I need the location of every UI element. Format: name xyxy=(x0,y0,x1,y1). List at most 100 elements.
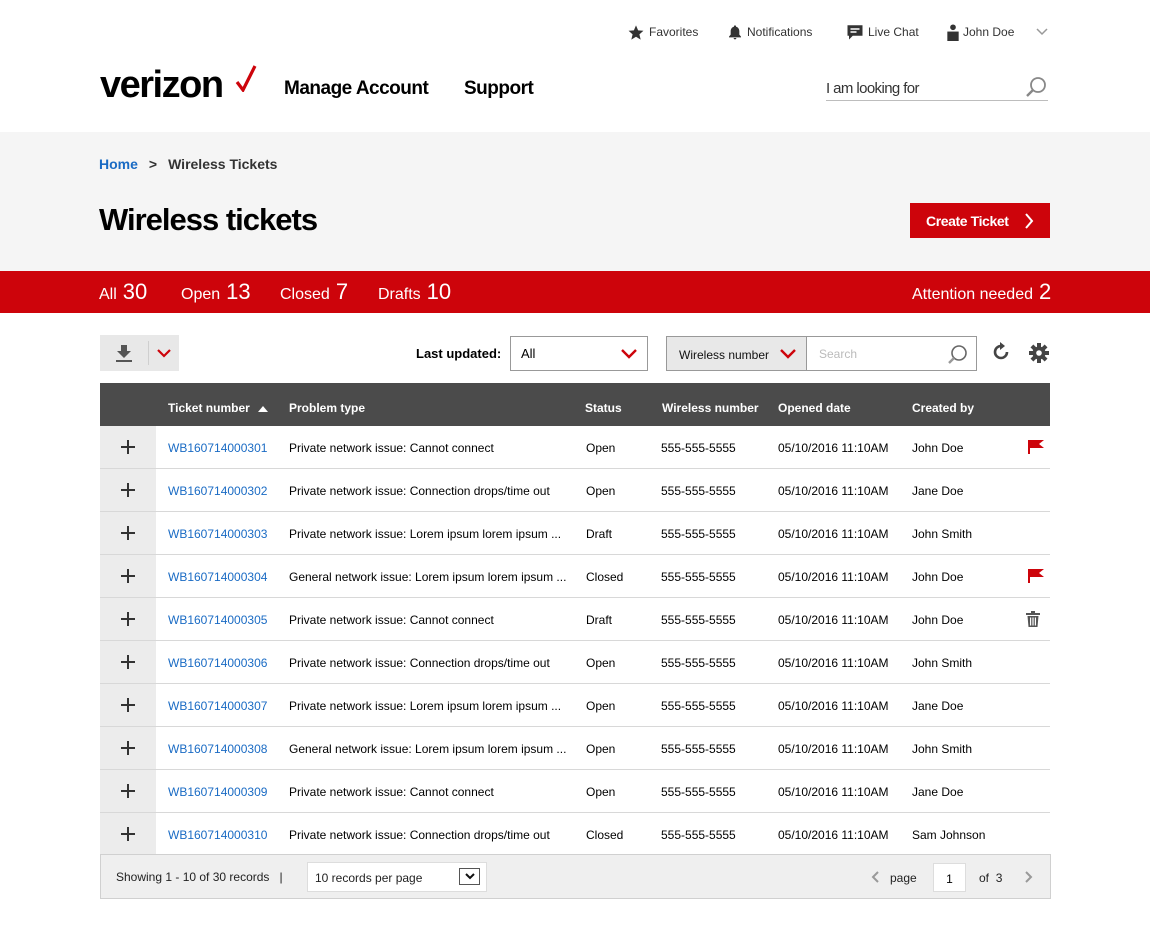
plus-icon xyxy=(121,698,135,712)
ticket-number-link[interactable]: WB160714000307 xyxy=(168,699,267,713)
table-row[interactable]: WB160714000302 Private network issue: Co… xyxy=(100,469,1050,512)
page-title: Wireless tickets xyxy=(99,202,318,237)
create-ticket-button[interactable]: Create Ticket xyxy=(910,203,1050,238)
expand-row-button[interactable] xyxy=(100,469,156,511)
column-created-by[interactable]: Created by xyxy=(912,401,974,415)
table-row[interactable]: WB160714000303 Private network issue: Lo… xyxy=(100,512,1050,555)
star-icon xyxy=(628,24,644,40)
download-button[interactable] xyxy=(100,335,148,371)
verizon-logo[interactable]: verizon xyxy=(100,64,257,104)
ticket-number-link[interactable]: WB160714000301 xyxy=(168,441,267,455)
refresh-icon[interactable] xyxy=(992,342,1012,364)
nav-manage-account[interactable]: Manage Account xyxy=(284,78,429,100)
ticket-number-link[interactable]: WB160714000309 xyxy=(168,785,267,799)
notifications-link[interactable]: Notifications xyxy=(727,20,812,44)
flag-icon[interactable] xyxy=(1028,440,1044,457)
table-row[interactable]: WB160714000306 Private network issue: Co… xyxy=(100,641,1050,684)
filter-closed[interactable]: Closed 7 xyxy=(280,279,348,305)
favorites-link[interactable]: Favorites xyxy=(627,20,698,44)
column-ticket-number[interactable]: Ticket number xyxy=(168,401,268,415)
utility-nav: Favorites Notifications Live Chat John D… xyxy=(0,20,1150,44)
nav-support[interactable]: Support xyxy=(464,78,534,100)
last-updated-select[interactable]: All xyxy=(510,336,648,371)
wireless-number: 555-555-5555 xyxy=(661,484,736,498)
filter-all[interactable]: All 30 xyxy=(99,279,147,305)
trash-icon[interactable] xyxy=(1026,611,1040,630)
page-hero: Home > Wireless Tickets Wireless tickets… xyxy=(0,132,1150,271)
table-header: Ticket number Problem type Status Wirele… xyxy=(100,383,1050,426)
table-row[interactable]: WB160714000305 Private network issue: Ca… xyxy=(100,598,1050,641)
table-row[interactable]: WB160714000309 Private network issue: Ca… xyxy=(100,770,1050,813)
opened-date: 05/10/2016 11:10AM xyxy=(778,785,889,799)
problem-type: Private network issue: Lorem ipsum lorem… xyxy=(289,699,562,713)
dropdown-button[interactable] xyxy=(459,868,480,885)
table-row[interactable]: WB160714000304 General network issue: Lo… xyxy=(100,555,1050,598)
filter-attention-needed[interactable]: Attention needed 2 xyxy=(912,279,1051,305)
expand-row-button[interactable] xyxy=(100,813,156,855)
search-field-select[interactable]: Wireless number xyxy=(666,336,807,371)
search-icon[interactable] xyxy=(944,344,968,364)
problem-type: Private network issue: Lorem ipsum lorem… xyxy=(289,527,562,541)
expand-row-button[interactable] xyxy=(100,727,156,769)
gear-icon[interactable] xyxy=(1029,343,1049,363)
showing-text: Showing 1 - 10 of 30 records xyxy=(116,870,270,884)
expand-row-button[interactable] xyxy=(100,684,156,726)
wireless-number: 555-555-5555 xyxy=(661,570,736,584)
column-opened-date[interactable]: Opened date xyxy=(778,401,851,415)
ticket-number-link[interactable]: WB160714000305 xyxy=(168,613,267,627)
column-problem-type[interactable]: Problem type xyxy=(289,401,365,415)
filter-open[interactable]: Open 13 xyxy=(181,279,251,305)
expand-row-button[interactable] xyxy=(100,512,156,554)
download-options-toggle[interactable] xyxy=(149,335,179,371)
created-by: Sam Johnson xyxy=(912,828,986,842)
column-label: Status xyxy=(585,401,622,415)
ticket-number-link[interactable]: WB160714000308 xyxy=(168,742,267,756)
table-row[interactable]: WB160714000308 General network issue: Lo… xyxy=(100,727,1050,770)
table-row[interactable]: WB160714000301 Private network issue: Ca… xyxy=(100,426,1050,469)
status: Open xyxy=(586,656,616,670)
expand-row-button[interactable] xyxy=(100,641,156,683)
plus-icon xyxy=(121,440,135,454)
page-number-input[interactable]: 1 xyxy=(933,863,966,892)
expand-row-button[interactable] xyxy=(100,555,156,597)
problem-type: General network issue: Lorem ipsum lorem… xyxy=(289,742,567,756)
user-name: John Doe xyxy=(963,25,1015,39)
ticket-number-link[interactable]: WB160714000304 xyxy=(168,570,267,584)
live-chat-link[interactable]: Live Chat xyxy=(846,20,919,44)
ticket-number-link[interactable]: WB160714000310 xyxy=(168,828,267,842)
status: Draft xyxy=(586,527,613,541)
search-icon[interactable] xyxy=(1022,76,1048,98)
expand-row-button[interactable] xyxy=(100,426,156,468)
ticket-number-link[interactable]: WB160714000306 xyxy=(168,656,267,670)
next-page-icon[interactable] xyxy=(1025,871,1033,883)
problem-type: Private network issue: Connection drops/… xyxy=(289,828,550,842)
expand-row-button[interactable] xyxy=(100,770,156,812)
opened-date: 05/10/2016 11:10AM xyxy=(778,613,889,627)
plus-icon xyxy=(121,827,135,841)
breadcrumb-home[interactable]: Home xyxy=(99,156,138,172)
site-search-input[interactable] xyxy=(826,72,1016,100)
previous-page-icon[interactable] xyxy=(871,871,879,883)
chevron-down-icon xyxy=(157,348,171,358)
table-row[interactable]: WB160714000307 Private network issue: Lo… xyxy=(100,684,1050,727)
column-wireless-number[interactable]: Wireless number xyxy=(662,401,759,415)
user-menu[interactable]: John Doe xyxy=(947,20,1014,44)
filter-drafts[interactable]: Drafts 10 xyxy=(378,279,451,305)
flag-icon[interactable] xyxy=(1028,569,1044,586)
bell-icon xyxy=(729,25,741,40)
created-by: John Doe xyxy=(912,570,964,584)
ticket-number-link[interactable]: WB160714000302 xyxy=(168,484,267,498)
tickets-table: Ticket number Problem type Status Wirele… xyxy=(100,383,1050,856)
opened-date: 05/10/2016 11:10AM xyxy=(778,699,889,713)
user-menu-toggle[interactable] xyxy=(1036,20,1052,44)
records-summary: Showing 1 - 10 of 30 records | xyxy=(116,870,283,884)
opened-date: 05/10/2016 11:10AM xyxy=(778,441,889,455)
column-status[interactable]: Status xyxy=(585,401,622,415)
table-search-input[interactable] xyxy=(807,337,937,361)
ticket-number-link[interactable]: WB160714000303 xyxy=(168,527,267,541)
column-label: Ticket number xyxy=(168,401,250,415)
expand-row-button[interactable] xyxy=(100,598,156,640)
table-row[interactable]: WB160714000310 Private network issue: Co… xyxy=(100,813,1050,856)
records-per-page-select[interactable]: 10 records per page xyxy=(307,862,487,892)
last-updated-label: Last updated: xyxy=(416,346,502,361)
